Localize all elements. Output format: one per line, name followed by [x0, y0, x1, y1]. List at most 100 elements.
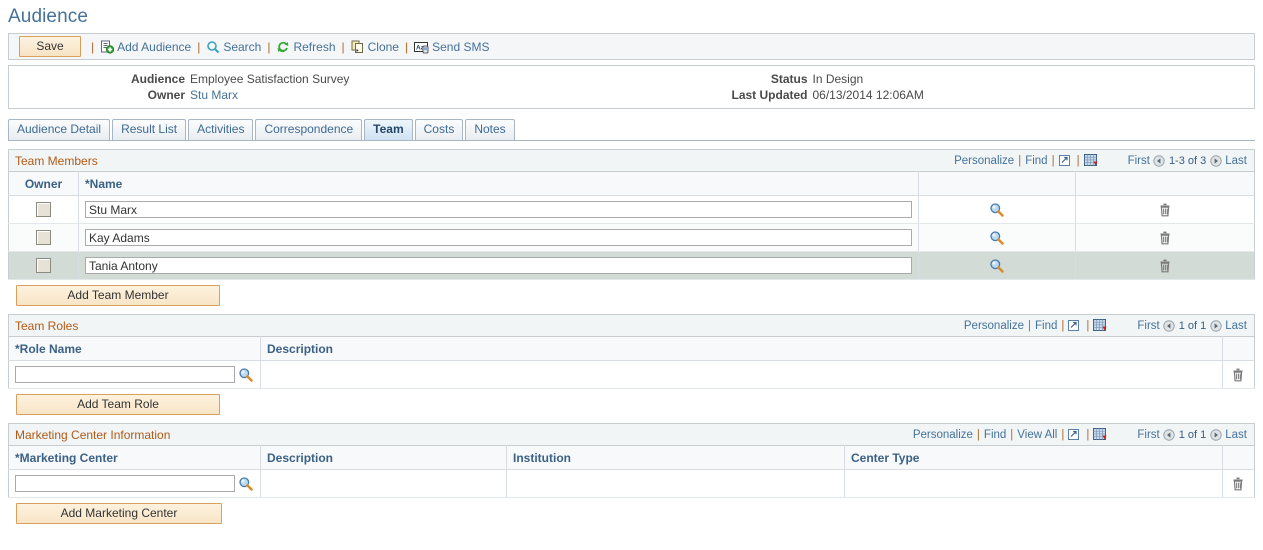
last-link[interactable]: Last: [1225, 429, 1247, 441]
column-header-description: Description: [260, 445, 507, 470]
delete-row-icon[interactable]: [1232, 368, 1245, 382]
send-sms-icon: Aa: [414, 40, 429, 54]
previous-page-icon[interactable]: [1153, 154, 1165, 167]
owner-checkbox[interactable]: [36, 202, 51, 218]
tab-team[interactable]: Team: [364, 119, 413, 140]
download-spreadsheet-icon[interactable]: [1083, 154, 1099, 167]
role-name-input[interactable]: [15, 366, 235, 383]
role-name-cell: [8, 360, 261, 389]
personalize-link[interactable]: Personalize: [954, 155, 1014, 167]
download-spreadsheet-icon[interactable]: [1093, 428, 1108, 441]
team-members-table: Owner *Name: [8, 171, 1255, 280]
lookup-icon[interactable]: [989, 258, 1005, 274]
last-link[interactable]: Last: [1225, 155, 1247, 167]
first-link[interactable]: First: [1137, 320, 1159, 332]
personalize-link[interactable]: Personalize: [964, 320, 1024, 332]
center-type-cell: [844, 469, 1223, 498]
delete-cell: [1075, 195, 1255, 224]
previous-page-icon[interactable]: [1163, 319, 1175, 332]
save-button[interactable]: Save: [19, 36, 81, 57]
personalize-link[interactable]: Personalize: [913, 429, 973, 441]
tab-audience-detail[interactable]: Audience Detail: [8, 119, 111, 140]
delete-row-icon[interactable]: [1159, 231, 1172, 245]
add-audience-button[interactable]: Add Audience: [100, 40, 191, 54]
column-header-delete: [1075, 171, 1255, 196]
status-label: Status: [770, 72, 808, 86]
delete-cell: [1075, 251, 1255, 280]
delete-row-icon[interactable]: [1232, 477, 1245, 491]
marketing-center-lookup-wrapper: [15, 475, 254, 492]
page-range: 1-3 of 3: [1168, 154, 1207, 167]
status-value: In Design: [812, 72, 864, 86]
view-all-link[interactable]: View All: [1017, 429, 1057, 441]
team-members-title: Team Members: [15, 153, 98, 168]
table-header-row: *Role Name Description: [8, 336, 1255, 361]
lookup-cell: [918, 195, 1076, 224]
name-input[interactable]: [85, 229, 912, 246]
marketing-center-input[interactable]: [15, 475, 235, 492]
name-input[interactable]: [85, 201, 912, 218]
delete-row-icon[interactable]: [1159, 259, 1172, 273]
marketing-center-pagination: First 1 of 1 Last: [1134, 429, 1250, 441]
owner-checkbox[interactable]: [36, 258, 51, 274]
delete-row-icon[interactable]: [1159, 203, 1172, 217]
find-link[interactable]: Find: [984, 429, 1006, 441]
tab-correspondence[interactable]: Correspondence: [255, 119, 363, 140]
search-button[interactable]: Search: [206, 40, 261, 54]
add-marketing-center-button[interactable]: Add Marketing Center: [16, 503, 222, 524]
lookup-icon[interactable]: [989, 202, 1005, 218]
description-cell: [260, 360, 1223, 389]
previous-page-icon[interactable]: [1163, 428, 1175, 441]
owner-checkbox[interactable]: [36, 230, 51, 246]
lookup-icon[interactable]: [238, 367, 254, 383]
tab-label: Result List: [121, 122, 178, 136]
first-link[interactable]: First: [1137, 429, 1159, 441]
audience-value: Employee Satisfaction Survey: [190, 72, 350, 86]
owner-value-link[interactable]: Stu Marx: [190, 87, 238, 103]
next-page-icon[interactable]: [1210, 428, 1222, 441]
tab-activities[interactable]: Activities: [188, 119, 254, 140]
tab-label: Audience Detail: [17, 122, 102, 136]
lookup-icon[interactable]: [989, 230, 1005, 246]
tab-notes[interactable]: Notes: [465, 119, 515, 140]
first-link[interactable]: First: [1128, 155, 1150, 167]
expand-grid-icon[interactable]: [1068, 428, 1082, 441]
institution-cell: [506, 469, 845, 498]
column-header-owner: Owner: [8, 171, 79, 196]
team-members-header: Team Members Personalize | Find | | Firs…: [8, 149, 1255, 171]
refresh-button[interactable]: Refresh: [276, 40, 336, 54]
expand-grid-icon[interactable]: [1068, 319, 1082, 332]
action-toolbar: Save | Add Audience | Search | Refresh |…: [8, 33, 1255, 60]
tab-costs[interactable]: Costs: [414, 119, 464, 140]
summary-right-column: Status In Design Last Updated 06/13/2014…: [632, 71, 1255, 103]
next-page-icon[interactable]: [1210, 319, 1222, 332]
next-page-icon[interactable]: [1210, 154, 1222, 167]
add-team-member-button[interactable]: Add Team Member: [16, 285, 220, 306]
delete-cell: [1222, 469, 1255, 498]
column-header-name: *Name: [78, 171, 919, 196]
team-members-toolbar: Personalize | Find | | First 1-3 of 3 La…: [954, 154, 1250, 167]
send-sms-button[interactable]: Aa Send SMS: [414, 40, 489, 54]
tab-bar: Audience Detail Result List Activities C…: [8, 119, 1255, 141]
table-row: [8, 360, 1255, 389]
last-link[interactable]: Last: [1225, 320, 1247, 332]
expand-grid-icon[interactable]: [1058, 154, 1073, 167]
clone-button[interactable]: Clone: [351, 40, 399, 54]
tool-separator: |: [1076, 154, 1080, 167]
marketing-center-toolbar: Personalize | Find | View All | | First …: [913, 428, 1250, 441]
name-input[interactable]: [85, 257, 912, 274]
table-header-row: *Marketing Center Description Institutio…: [8, 445, 1255, 470]
download-spreadsheet-icon[interactable]: [1093, 319, 1108, 332]
owner-checkbox-cell: [8, 223, 79, 252]
tab-label: Correspondence: [264, 122, 354, 136]
column-header-lookup: [918, 171, 1076, 196]
tool-separator: |: [1027, 319, 1031, 332]
find-link[interactable]: Find: [1035, 320, 1057, 332]
find-link[interactable]: Find: [1025, 155, 1047, 167]
tab-label: Notes: [474, 122, 506, 136]
add-team-role-button[interactable]: Add Team Role: [16, 394, 220, 415]
name-cell: [78, 195, 919, 224]
summary-row-owner: Owner Stu Marx: [9, 87, 632, 103]
tab-result-list[interactable]: Result List: [112, 119, 187, 140]
lookup-icon[interactable]: [238, 476, 254, 492]
